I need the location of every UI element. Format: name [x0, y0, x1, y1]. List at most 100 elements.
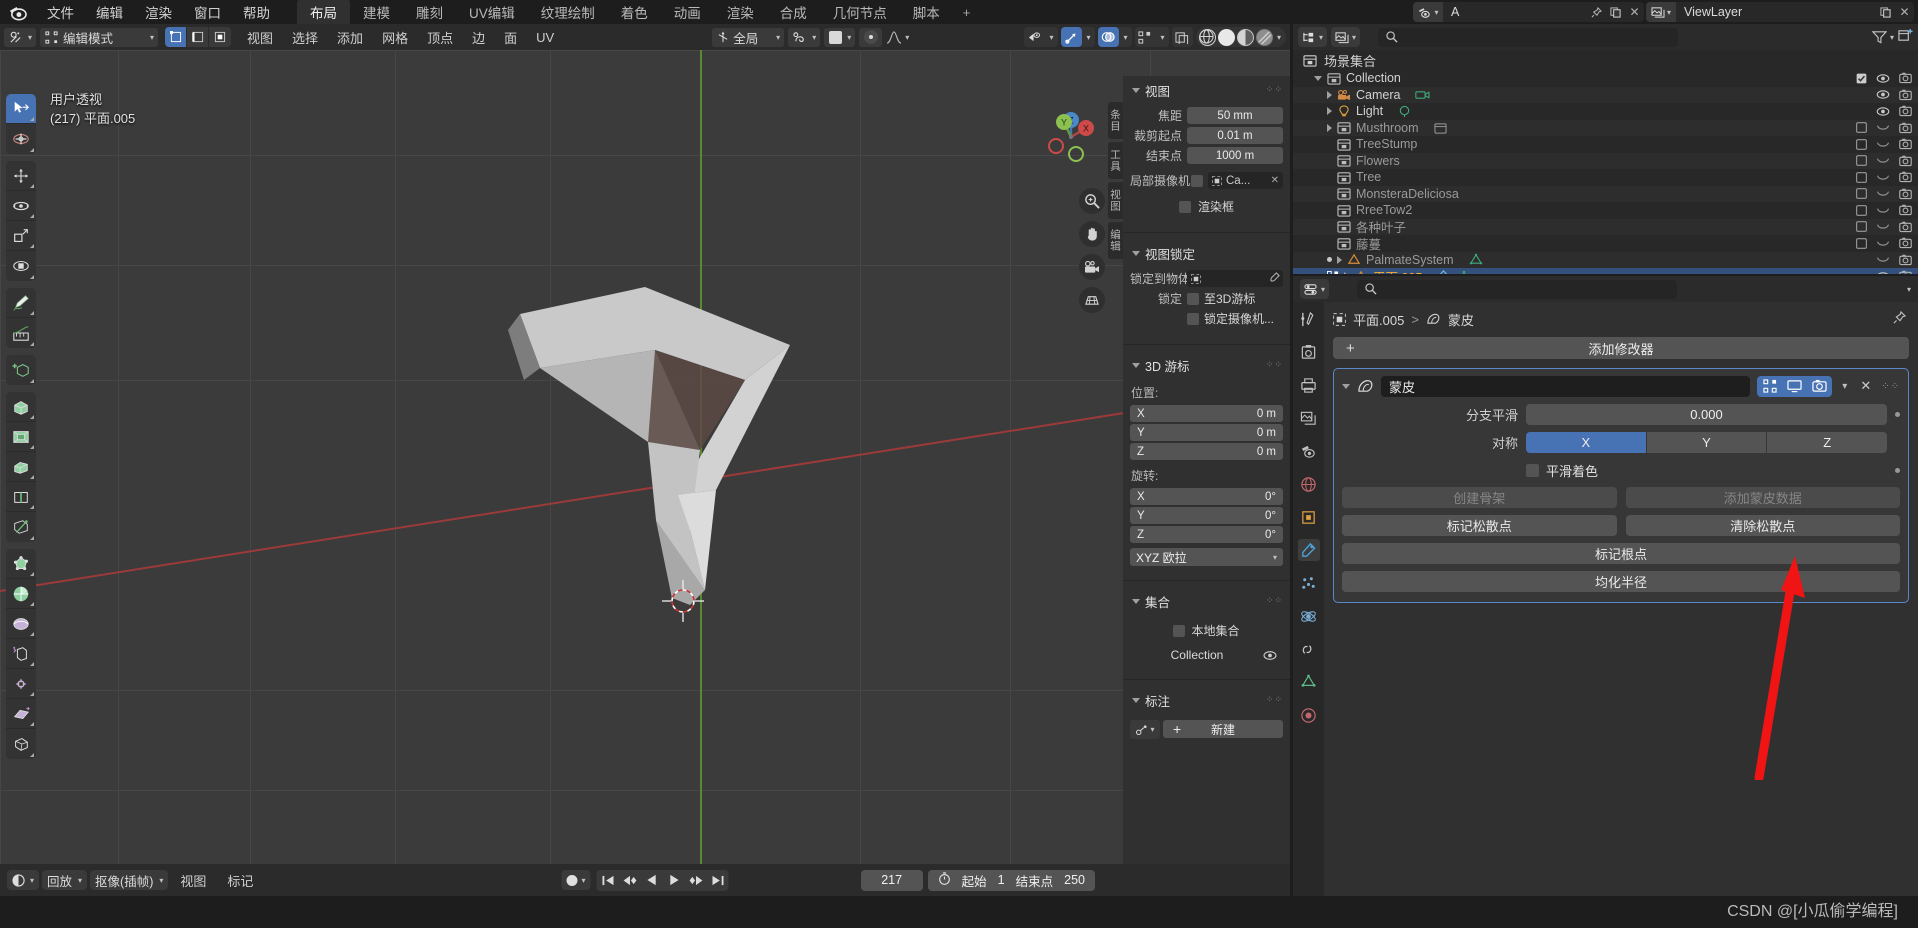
render-visibility-icon[interactable] — [1899, 155, 1912, 167]
end-frame-value[interactable]: 250 — [1064, 873, 1085, 887]
tool-spin[interactable] — [6, 579, 36, 609]
outliner-row[interactable]: RreeTow2 — [1293, 202, 1918, 219]
clear-camera-icon[interactable]: ✕ — [1271, 175, 1283, 186]
overlays-group[interactable]: ▾ — [1097, 27, 1132, 47]
menu-file[interactable]: 文件 — [36, 0, 85, 24]
modifier-drag-grip-icon[interactable]: ⁘⁘ — [1881, 381, 1900, 392]
tab-tool[interactable] — [1298, 308, 1320, 330]
outliner-row[interactable]: Flowers — [1293, 152, 1918, 169]
tool-rotate[interactable] — [6, 191, 36, 221]
toggle-perspective-icon[interactable] — [1079, 287, 1105, 313]
outliner-display-mode[interactable]: ▾ — [1331, 27, 1361, 47]
tab-object[interactable] — [1298, 506, 1320, 528]
render-visibility-icon[interactable] — [1899, 221, 1912, 233]
select-mode-face[interactable] — [209, 27, 232, 47]
workspace-tab-animation[interactable]: 动画 — [661, 0, 714, 25]
delete-scene-icon[interactable]: ✕ — [1625, 2, 1644, 22]
menu-render[interactable]: 渲染 — [134, 0, 183, 24]
create-armature-button[interactable]: 创建骨架 — [1342, 487, 1617, 508]
timeline-menu-view[interactable]: 视图 — [171, 869, 215, 892]
visibility-selector[interactable]: ▾ — [1023, 27, 1058, 47]
visibility-eye-icon[interactable] — [1876, 73, 1890, 84]
mesh-data-icon[interactable] — [1457, 270, 1471, 274]
visibility-closed-eye-icon[interactable] — [1876, 188, 1890, 199]
show-in-viewport-toggle[interactable] — [1782, 375, 1808, 397]
tool-smooth[interactable] — [6, 609, 36, 639]
shading-chevron-down-icon[interactable]: ▾ — [1274, 33, 1284, 42]
render-region-checkbox[interactable] — [1178, 200, 1191, 213]
viewport-menu-face[interactable]: 面 — [495, 26, 526, 49]
tool-measure[interactable] — [6, 318, 36, 348]
animate-property-icon[interactable] — [1895, 468, 1900, 473]
tool-tweak[interactable] — [6, 94, 36, 124]
outliner-row[interactable]: Camera — [1293, 86, 1918, 103]
exclude-checkbox[interactable] — [1856, 73, 1867, 84]
tool-edge-slide[interactable] — [6, 639, 36, 669]
timeline-editor-type[interactable]: ▾ — [7, 870, 40, 890]
cursor-rotation-mode-selector[interactable]: XYZ 欧拉 ▾ — [1130, 548, 1283, 566]
symmetry-axis-y[interactable]: Y — [1646, 432, 1767, 453]
outliner-row[interactable]: 各种叶子 — [1293, 218, 1918, 235]
tab-world[interactable] — [1298, 473, 1320, 495]
jump-to-end-button[interactable] — [707, 870, 729, 891]
expand-chevron-icon[interactable] — [1327, 90, 1332, 99]
animate-property-icon[interactable] — [1895, 412, 1900, 417]
outliner-row[interactable]: PalmateSystem — [1293, 251, 1918, 268]
viewport-menu-mesh[interactable]: 网格 — [373, 26, 417, 49]
timeline-playback-menu[interactable]: 回放 ▾ — [42, 870, 88, 890]
proportional-editing-toggle[interactable]: ▾ — [824, 27, 856, 47]
select-mode-edge[interactable] — [187, 27, 210, 47]
expand-chevron-icon[interactable] — [1327, 123, 1332, 132]
scene-selector[interactable]: ▾ A ✕ — [1413, 2, 1644, 22]
cursor-rotation-x[interactable]: X 0° — [1130, 488, 1283, 505]
outliner-editor-type[interactable]: ▾ — [1298, 27, 1328, 47]
expand-chevron-icon[interactable] — [1337, 255, 1342, 264]
npanel-section-view-header[interactable]: 视图 ⁘⁘ — [1123, 76, 1290, 105]
tab-render[interactable] — [1298, 341, 1320, 363]
nested-collection-icon[interactable] — [1433, 122, 1447, 134]
tool-rip-region[interactable] — [6, 729, 36, 759]
render-visibility-icon[interactable] — [1899, 72, 1912, 84]
mesh-data-icon[interactable] — [1469, 253, 1483, 266]
modifier-name-input[interactable]: 蒙皮 — [1381, 375, 1751, 397]
timeline-keying-menu[interactable]: 抠像(插帧) ▾ — [90, 870, 169, 890]
outliner-search-input[interactable] — [1378, 27, 1679, 47]
overlays-chevron-down-icon[interactable]: ▾ — [1119, 33, 1132, 42]
camera-data-icon[interactable] — [1415, 89, 1430, 101]
tool-bevel[interactable] — [6, 452, 36, 482]
tool-loop-cut[interactable] — [6, 482, 36, 512]
render-visibility-icon[interactable] — [1899, 237, 1912, 249]
mark-root-button[interactable]: 标记根点 — [1342, 543, 1900, 564]
render-visibility-icon[interactable] — [1899, 270, 1912, 274]
cursor-location-x[interactable]: X0 m — [1130, 405, 1283, 422]
tab-output[interactable] — [1298, 374, 1320, 396]
clear-loose-button[interactable]: 清除松散点 — [1625, 515, 1900, 536]
workspace-tab-geometry-nodes[interactable]: 几何节点 — [820, 0, 900, 25]
outliner-row-scene-collection[interactable]: 场景集合 — [1293, 50, 1918, 70]
outliner-row[interactable]: Musthroom — [1293, 119, 1918, 136]
outliner-row[interactable]: Light — [1293, 103, 1918, 120]
tool-transform[interactable] — [6, 251, 36, 281]
render-visibility-icon[interactable] — [1899, 122, 1912, 134]
toggle-xray-button[interactable] — [1171, 27, 1193, 47]
exclude-checkbox[interactable] — [1856, 188, 1867, 200]
workspace-tab-uv-editing[interactable]: UV编辑 — [456, 0, 528, 25]
menu-window[interactable]: 窗口 — [183, 0, 232, 24]
viewport-menu-uv[interactable]: UV — [527, 28, 563, 47]
symmetry-axis-z[interactable]: Z — [1767, 432, 1888, 453]
jump-to-start-button[interactable] — [597, 870, 619, 891]
outliner-row[interactable]: Tree — [1293, 169, 1918, 186]
workspace-tab-shading[interactable]: 着色 — [608, 0, 661, 25]
collection-item-row[interactable]: Collection — [1130, 648, 1283, 662]
shading-solid-icon[interactable] — [1217, 28, 1235, 46]
breadcrumb-object-label[interactable]: 平面.005 — [1353, 310, 1404, 329]
tool-shrink-fatten[interactable] — [6, 669, 36, 699]
next-keyframe-button[interactable] — [685, 870, 707, 891]
branch-smoothing-input[interactable]: 0.000 — [1526, 404, 1887, 425]
gizmo-chevron-down-icon[interactable]: ▾ — [1082, 33, 1095, 42]
toggle-xray-icon[interactable] — [1135, 27, 1156, 47]
viewlayer-name[interactable]: ViewLayer — [1676, 2, 1876, 22]
smooth-shading-checkbox[interactable] — [1526, 464, 1539, 477]
visibility-closed-eye-icon[interactable] — [1876, 155, 1890, 166]
visibility-eye-icon[interactable] — [1876, 89, 1890, 100]
